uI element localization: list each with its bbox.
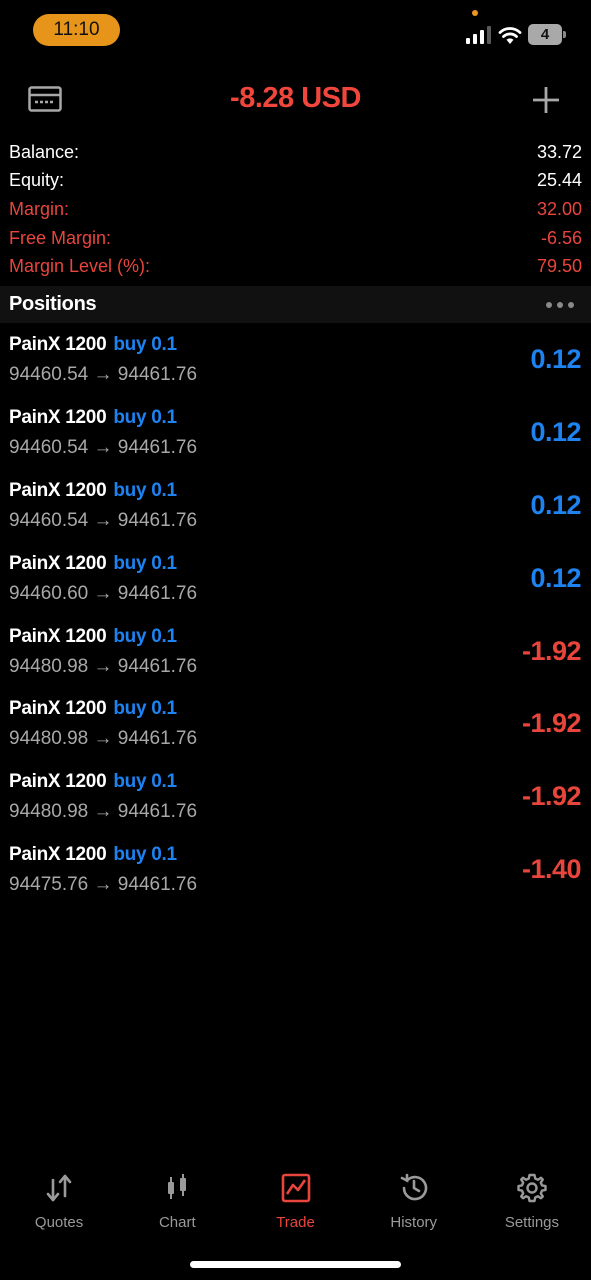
margin-level-row: Margin Level (%): 79.50 xyxy=(0,252,591,281)
balance-label: Balance: xyxy=(9,141,80,162)
position-prices: 94460.60 → 94461.76 xyxy=(9,582,198,604)
positions-title: Positions xyxy=(9,293,97,315)
positions-section-header: Positions xyxy=(0,286,591,323)
tab-history[interactable]: History xyxy=(355,1168,473,1238)
position-row[interactable]: PainX 1200 buy 0.1 94480.98 → 94461.76 -… xyxy=(0,622,591,695)
status-bar: 11:10 4 xyxy=(0,0,591,60)
signal-icon xyxy=(466,26,491,44)
position-side: buy 0.1 xyxy=(113,625,177,647)
tab-label: History xyxy=(390,1214,438,1231)
position-symbol: PainX 1200 xyxy=(9,552,107,574)
free-margin-label: Free Margin: xyxy=(9,227,112,248)
position-prices: 94480.98 → 94461.76 xyxy=(9,655,198,677)
account-header: -8.28 USD xyxy=(0,70,591,130)
balance-row: Balance: 33.72 xyxy=(0,138,591,167)
position-side: buy 0.1 xyxy=(113,552,177,574)
balance-value: 33.72 xyxy=(536,141,582,162)
position-prices: 94480.98 → 94461.76 xyxy=(9,801,198,823)
position-row[interactable]: PainX 1200 buy 0.1 94480.98 → 94461.76 -… xyxy=(0,694,591,767)
settings-icon xyxy=(517,1173,547,1203)
battery-tip xyxy=(563,31,566,38)
position-symbol: PainX 1200 xyxy=(9,334,107,355)
equity-label: Equity: xyxy=(9,170,65,191)
margin-value: 32.00 xyxy=(536,198,582,219)
position-profit: 0.12 xyxy=(530,562,581,593)
position-side: buy 0.1 xyxy=(113,479,177,501)
margin-level-label: Margin Level (%): xyxy=(9,256,151,277)
quotes-icon xyxy=(46,1174,72,1202)
equity-row: Equity: 25.44 xyxy=(0,167,591,196)
position-row[interactable]: PainX 1200 buy 0.1 94460.54 → 94461.76 0… xyxy=(0,330,591,403)
equity-value: 25.44 xyxy=(536,170,582,191)
recording-dot-icon xyxy=(472,10,478,16)
bottom-tab-bar: Quotes Chart Trade History Settings xyxy=(0,1168,591,1238)
position-symbol: PainX 1200 xyxy=(9,698,107,720)
position-profit: -1.92 xyxy=(521,781,582,812)
add-icon[interactable] xyxy=(532,86,560,114)
trade-icon xyxy=(281,1173,310,1203)
position-side: buy 0.1 xyxy=(113,698,177,720)
tab-chart[interactable]: Chart xyxy=(118,1168,236,1238)
tab-label: Chart xyxy=(158,1214,196,1231)
home-indicator[interactable] xyxy=(190,1261,401,1268)
position-row[interactable]: PainX 1200 buy 0.1 94475.76 → 94461.76 -… xyxy=(0,840,591,913)
tab-quotes[interactable]: Quotes xyxy=(0,1168,118,1238)
position-row[interactable]: PainX 1200 buy 0.1 94460.54 → 94461.76 0… xyxy=(0,403,591,476)
tab-settings[interactable]: Settings xyxy=(473,1168,591,1238)
trade-screen: 11:10 4 -8.28 USD Balance: 33.72 Equity:… xyxy=(0,0,591,1280)
position-prices: 94460.54 → 94461.76 xyxy=(9,436,198,458)
tab-label: Settings xyxy=(504,1214,560,1231)
position-prices: 94475.76 → 94461.76 xyxy=(9,874,198,896)
position-symbol: PainX 1200 xyxy=(9,844,107,866)
position-profit: 0.12 xyxy=(530,344,581,374)
position-row[interactable]: PainX 1200 buy 0.1 94480.98 → 94461.76 -… xyxy=(0,767,591,840)
margin-row: Margin: 32.00 xyxy=(0,195,591,224)
position-prices: 94460.54 → 94461.76 xyxy=(9,509,198,531)
position-symbol: PainX 1200 xyxy=(9,479,107,501)
position-side: buy 0.1 xyxy=(113,771,177,793)
position-profit: -1.40 xyxy=(521,854,582,885)
margin-label: Margin: xyxy=(9,198,70,219)
free-margin-row: Free Margin: -6.56 xyxy=(0,224,591,253)
position-prices: 94480.98 → 94461.76 xyxy=(9,728,198,750)
position-side: buy 0.1 xyxy=(113,844,177,866)
position-side: buy 0.1 xyxy=(113,334,177,355)
chart-icon xyxy=(168,1174,187,1199)
position-profit: 0.12 xyxy=(530,489,581,520)
position-side: buy 0.1 xyxy=(113,406,177,428)
position-prices: 94460.54 → 94461.76 xyxy=(9,364,198,385)
position-symbol: PainX 1200 xyxy=(9,771,107,793)
free-margin-value: -6.56 xyxy=(540,227,582,248)
battery-icon: 4 xyxy=(528,24,562,45)
position-profit: -1.92 xyxy=(521,708,582,739)
tab-trade[interactable]: Trade xyxy=(236,1168,354,1238)
wifi-icon xyxy=(498,27,522,44)
position-profit: 0.12 xyxy=(530,416,581,447)
position-row[interactable]: PainX 1200 buy 0.1 94460.60 → 94461.76 0… xyxy=(0,549,591,622)
account-summary: Balance: 33.72 Equity: 25.44 Margin: 32.… xyxy=(0,138,591,281)
floating-profit-title: -8.28 USD xyxy=(230,82,361,114)
position-profit: -1.92 xyxy=(521,635,582,666)
position-symbol: PainX 1200 xyxy=(9,625,107,647)
position-list: PainX 1200 buy 0.1 94460.54 → 94461.76 0… xyxy=(0,330,591,913)
status-time: 11:10 xyxy=(33,14,120,46)
more-options-icon[interactable] xyxy=(546,301,574,308)
position-symbol: PainX 1200 xyxy=(9,406,107,428)
margin-level-value: 79.50 xyxy=(536,256,582,277)
tab-label: Quotes xyxy=(34,1214,84,1231)
history-icon xyxy=(400,1173,427,1201)
position-row[interactable]: PainX 1200 buy 0.1 94460.54 → 94461.76 0… xyxy=(0,476,591,549)
tab-label: Trade xyxy=(276,1214,315,1231)
